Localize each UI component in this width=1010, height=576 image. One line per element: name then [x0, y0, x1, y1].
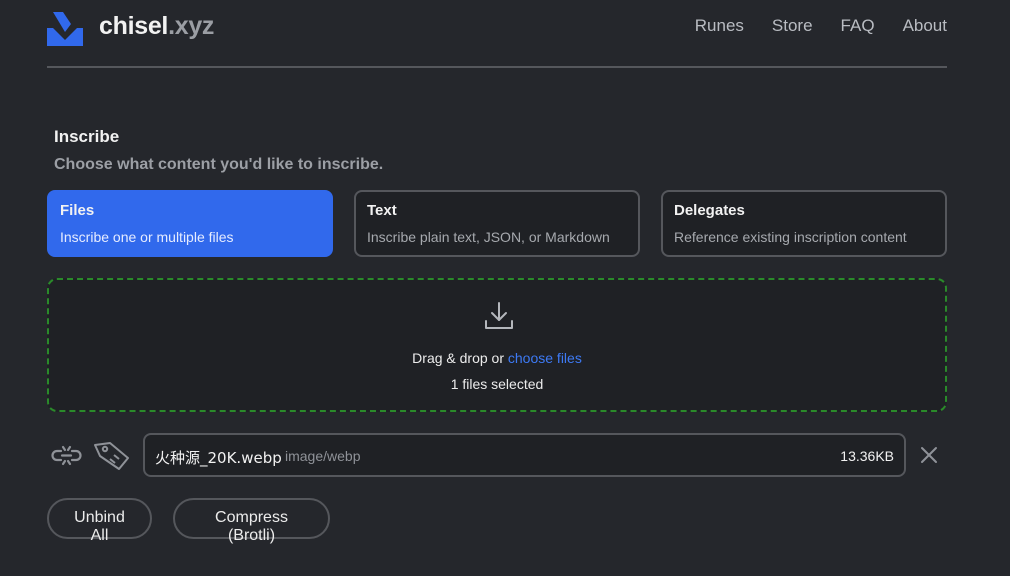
tab-files[interactable]: Files Inscribe one or multiple files [47, 190, 333, 257]
tab-delegates[interactable]: Delegates Reference existing inscription… [661, 190, 947, 257]
nav-runes[interactable]: Runes [695, 16, 744, 36]
tab-text-title: Text [367, 202, 397, 219]
tab-files-desc: Inscribe one or multiple files [60, 229, 234, 245]
unlink-icon[interactable] [50, 443, 83, 467]
tab-text-desc: Inscribe plain text, JSON, or Markdown [367, 229, 610, 245]
file-dropzone[interactable]: Drag & drop or choose files 1 files sele… [47, 278, 947, 412]
dropzone-prefix: Drag & drop or [412, 350, 508, 366]
content-type-tabs: Files Inscribe one or multiple files Tex… [47, 190, 947, 257]
brand-ext: .xyz [168, 12, 215, 40]
compress-brotli-button[interactable]: Compress (Brotli) [173, 498, 330, 544]
unbind-all-button[interactable]: Unbind All [47, 498, 152, 544]
dropzone-prompt: Drag & drop or choose files [49, 350, 945, 366]
file-size: 13.36KB [840, 448, 894, 464]
site-header: chisel.xyz Runes Store FAQ About [47, 0, 947, 68]
tab-delegates-desc: Reference existing inscription content [674, 229, 907, 245]
file-name: 火种源_20K.webp [155, 449, 282, 467]
file-entry: 火种源_20K.webp image/webp 13.36KB [143, 433, 906, 477]
tab-files-title: Files [60, 202, 95, 219]
download-icon [485, 302, 513, 329]
file-type: image/webp [285, 448, 361, 464]
nav-store[interactable]: Store [772, 16, 813, 36]
choose-files-link[interactable]: choose files [508, 350, 582, 366]
tag-icon[interactable] [92, 439, 132, 471]
nav-about[interactable]: About [903, 16, 947, 36]
close-icon[interactable] [918, 444, 940, 466]
files-selected-status: 1 files selected [450, 376, 544, 392]
section-title: Inscribe [54, 127, 120, 146]
section-subtitle: Choose what content you'd like to inscri… [54, 156, 384, 173]
brand-main: chisel [99, 12, 169, 40]
brand-name[interactable]: chisel.xyz [99, 12, 214, 41]
chisel-logo-icon[interactable] [47, 10, 83, 46]
tab-text[interactable]: Text Inscribe plain text, JSON, or Markd… [354, 190, 640, 257]
tab-delegates-title: Delegates [674, 202, 745, 219]
nav-faq[interactable]: FAQ [841, 16, 875, 36]
main-nav: Runes Store FAQ About [695, 16, 947, 36]
